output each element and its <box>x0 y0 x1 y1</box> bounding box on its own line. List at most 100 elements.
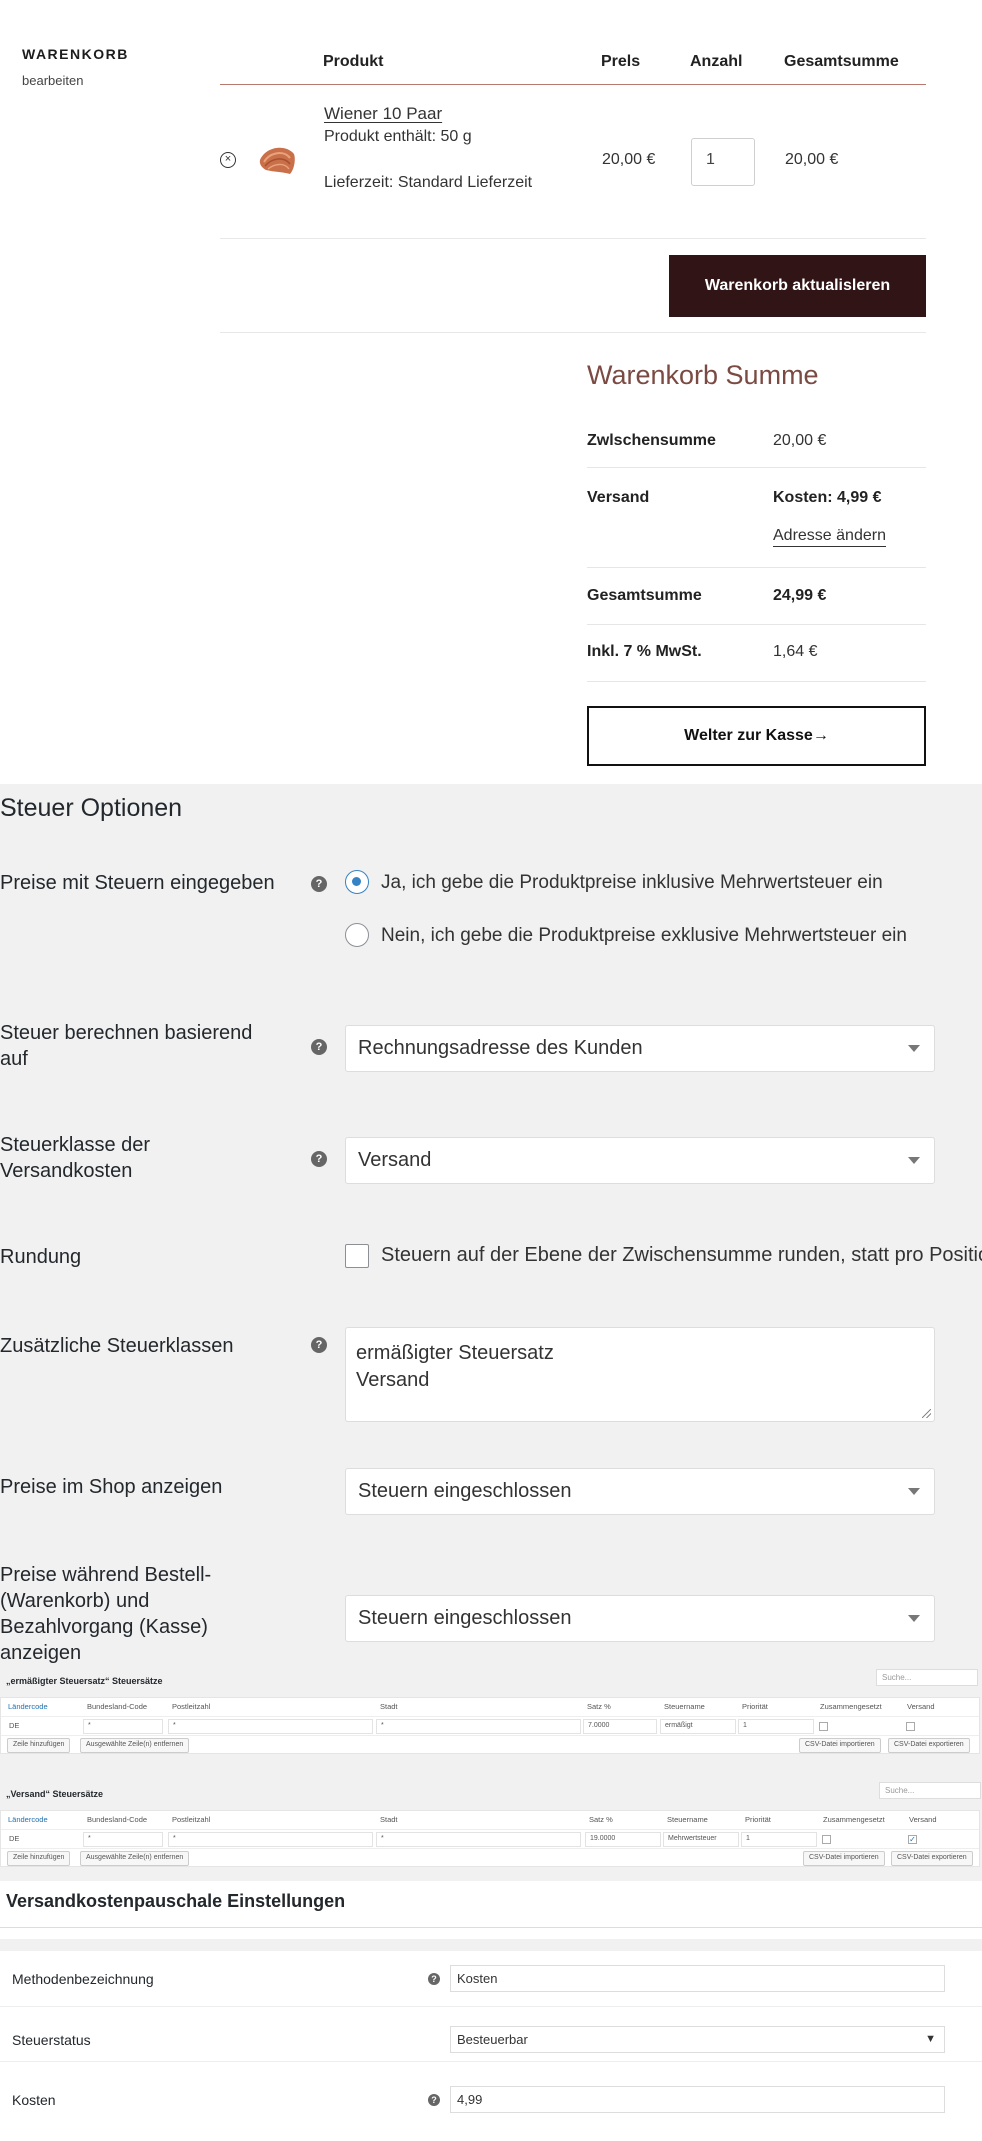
remove-item-icon[interactable]: × <box>220 152 236 168</box>
radio-prices-exclusive-label[interactable]: Nein, ich gebe die Produktpreise exklusi… <box>381 925 907 947</box>
chevron-down-icon: ▼ <box>925 2033 936 2045</box>
col-country[interactable]: Ländercode <box>8 1815 48 1824</box>
shipping-rates-search[interactable]: Suche... <box>879 1782 981 1799</box>
cell-country[interactable]: DE <box>9 1721 19 1730</box>
cell-postcode[interactable]: * <box>168 1719 373 1734</box>
cell-state[interactable]: * <box>83 1719 163 1734</box>
radio-prices-inclusive[interactable] <box>345 870 369 894</box>
col-city[interactable]: Stadt <box>380 1702 398 1711</box>
compound-checkbox[interactable] <box>819 1722 828 1731</box>
additional-tax-classes-label: Zusätzliche Steuerklassen <box>0 1335 234 1357</box>
method-title-input[interactable]: Kosten <box>450 1965 945 1992</box>
cell-name[interactable]: Mehrwertsteuer <box>663 1832 739 1847</box>
cell-name[interactable]: ermäßigt <box>660 1719 736 1734</box>
calc-based-on-select[interactable]: Rechnungsadresse des Kunden <box>345 1025 935 1072</box>
col-shipping[interactable]: Versand <box>909 1815 937 1824</box>
col-state[interactable]: Bundesland-Code <box>87 1815 147 1824</box>
cell-country[interactable]: DE <box>9 1834 19 1843</box>
radio-prices-inclusive-label[interactable]: Ja, ich gebe die Produktpreise inklusive… <box>381 872 883 894</box>
remove-rows-button[interactable]: Ausgewählte Zeile(n) entfernen <box>80 1851 190 1866</box>
vat-label: Inkl. 7 % MwSt. <box>587 643 702 660</box>
shop-display-label: Preise im Shop anzeigen <box>0 1476 223 1498</box>
rounding-checkbox[interactable] <box>345 1244 369 1268</box>
tax-class-line: ermäßigter Steuersatz <box>356 1342 554 1364</box>
shipping-tax-class-label-line2: Versandkosten <box>0 1160 133 1182</box>
product-name-link[interactable]: Wiener 10 Paar <box>324 104 442 124</box>
help-icon[interactable]: ? <box>311 1337 327 1353</box>
remove-rows-button[interactable]: Ausgewählte Zeile(n) entfernen <box>80 1738 190 1753</box>
shipping-checkbox[interactable]: ✓ <box>908 1835 917 1844</box>
col-compound[interactable]: Zusammengesetzt <box>823 1815 885 1824</box>
shop-display-select[interactable]: Steuern eingeschlossen <box>345 1468 935 1515</box>
col-name[interactable]: Steuername <box>667 1815 708 1824</box>
table-header-row: Ländercode Bundesland-Code Postleitzahl … <box>1 1698 979 1717</box>
help-icon[interactable]: ? <box>311 1151 327 1167</box>
update-cart-button[interactable]: Warenkorb aktualisleren <box>669 255 926 317</box>
header-total: Gesamtsumme <box>784 53 899 70</box>
compound-checkbox[interactable] <box>822 1835 831 1844</box>
table-header-row: Ländercode Bundesland-Code Postleitzahl … <box>1 1811 979 1830</box>
additional-tax-classes-textarea[interactable]: ermäßigter Steuersatz Versand <box>345 1327 935 1422</box>
cart-display-select[interactable]: Steuern eingeschlossen <box>345 1595 935 1642</box>
import-csv-button[interactable]: CSV-Datei importieren <box>803 1851 885 1866</box>
cart-display-label-line1: Preise während Bestell- <box>0 1564 212 1586</box>
shipping-checkbox[interactable] <box>906 1722 915 1731</box>
heading-divider <box>0 1927 982 1928</box>
add-row-button[interactable]: Zeile hinzufügen <box>7 1851 71 1866</box>
cell-postcode[interactable]: * <box>168 1832 373 1847</box>
cell-priority[interactable]: 1 <box>738 1719 814 1734</box>
radio-prices-exclusive[interactable] <box>345 923 369 947</box>
col-priority[interactable]: Priorität <box>745 1815 771 1824</box>
col-name[interactable]: Steuername <box>664 1702 705 1711</box>
export-csv-button[interactable]: CSV-Datei exportieren <box>888 1738 970 1753</box>
cell-rate[interactable]: 7.0000 <box>583 1719 657 1734</box>
cart-section: WARENKORB bearbeiten Produkt Prels Anzah… <box>0 0 982 784</box>
cell-rate[interactable]: 19.0000 <box>585 1832 661 1847</box>
add-row-button[interactable]: Zeile hinzufügen <box>7 1738 71 1753</box>
page-root: WARENKORB bearbeiten Produkt Prels Anzah… <box>0 0 982 2141</box>
col-rate[interactable]: Satz % <box>589 1815 613 1824</box>
help-icon[interactable]: ? <box>311 876 327 892</box>
tax-status-select[interactable]: Besteuerbar ▼ <box>450 2026 945 2053</box>
cell-city[interactable]: * <box>376 1719 581 1734</box>
tax-class-line: Versand <box>356 1369 430 1391</box>
header-price: Prels <box>601 53 641 70</box>
quantity-input[interactable]: 1 <box>691 138 755 186</box>
reduced-rates-title: „ermäßigter Steuersatz“ Steuersätze <box>6 1676 163 1686</box>
col-rate[interactable]: Satz % <box>587 1702 611 1711</box>
col-city[interactable]: Stadt <box>380 1815 398 1824</box>
cell-city[interactable]: * <box>376 1832 581 1847</box>
col-state[interactable]: Bundesland-Code <box>87 1702 147 1711</box>
cost-input[interactable]: 4,99 <box>450 2086 945 2113</box>
cost-label: Kosten <box>12 2092 56 2108</box>
help-icon[interactable]: ? <box>428 2094 440 2106</box>
proceed-to-checkout-button[interactable]: Welter zur Kasse→ <box>587 706 926 766</box>
row-divider <box>0 2006 982 2007</box>
change-address-link[interactable]: Adresse ändern <box>773 527 886 547</box>
table-row: DE * * * 19.0000 Mehrwertsteuer 1 ✓ <box>1 1830 979 1849</box>
help-icon[interactable]: ? <box>311 1039 327 1055</box>
cell-state[interactable]: * <box>83 1832 163 1847</box>
cell-priority[interactable]: 1 <box>741 1832 817 1847</box>
col-shipping[interactable]: Versand <box>907 1702 935 1711</box>
cart-display-value: Steuern eingeschlossen <box>358 1607 572 1629</box>
product-thumbnail[interactable] <box>256 142 298 182</box>
shipping-tax-class-value: Versand <box>358 1149 432 1171</box>
col-postcode[interactable]: Postleitzahl <box>172 1815 210 1824</box>
shipping-tax-class-select[interactable]: Versand <box>345 1137 935 1184</box>
row-divider <box>0 2061 982 2062</box>
reduced-rates-search[interactable]: Suche... <box>876 1669 978 1686</box>
actions-divider <box>220 332 926 333</box>
product-delivery-time: Lieferzeit: Standard Lieferzeit <box>324 174 533 191</box>
flat-rate-settings: Versandkostenpauschale Einstellungen Met… <box>0 1881 982 2141</box>
export-csv-button[interactable]: CSV-Datei exportieren <box>891 1851 973 1866</box>
help-icon[interactable]: ? <box>428 1973 440 1985</box>
col-priority[interactable]: Priorität <box>742 1702 768 1711</box>
col-postcode[interactable]: Postleitzahl <box>172 1702 210 1711</box>
col-compound[interactable]: Zusammengesetzt <box>820 1702 882 1711</box>
col-country[interactable]: Ländercode <box>8 1702 48 1711</box>
resize-handle-icon[interactable] <box>922 1409 931 1418</box>
import-csv-button[interactable]: CSV-Datei importieren <box>799 1738 881 1753</box>
rounding-checkbox-label[interactable]: Steuern auf der Ebene der Zwischensumme … <box>381 1244 982 1267</box>
shop-display-value: Steuern eingeschlossen <box>358 1480 572 1502</box>
